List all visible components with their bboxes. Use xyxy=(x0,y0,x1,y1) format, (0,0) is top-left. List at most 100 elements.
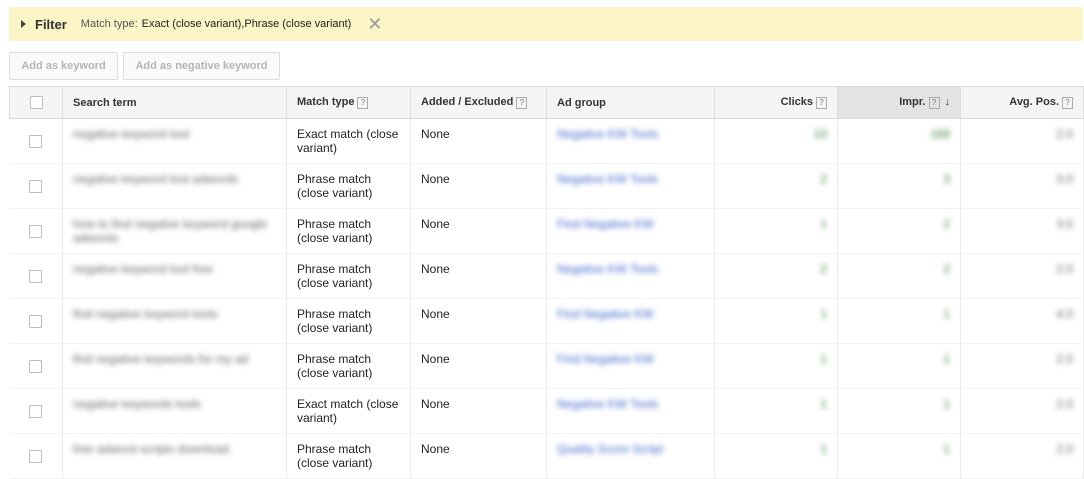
ad-group-link[interactable]: Find Negative KW xyxy=(557,307,654,321)
expand-triangle-icon[interactable] xyxy=(21,20,26,28)
avg-pos-value: 2.0 xyxy=(1056,262,1073,276)
table-row: negative keyword tool free Phrase match (… xyxy=(9,253,1084,299)
added-excluded-cell: None xyxy=(410,343,547,389)
ad-group-link[interactable]: Find Negative KW xyxy=(557,217,654,231)
avg-pos-cell: 2.0 xyxy=(960,253,1084,299)
match-type-cell: Phrase match (close variant) xyxy=(286,343,411,389)
table-row: negative keyword tool Exact match (close … xyxy=(9,118,1084,164)
avg-pos-cell: 2.0 xyxy=(960,433,1084,479)
row-checkbox[interactable] xyxy=(29,450,43,463)
clicks-value: 1 xyxy=(820,352,827,366)
table-row: negative keyword tool adwords Phrase matc… xyxy=(9,163,1084,209)
clicks-cell: 2 xyxy=(714,163,838,209)
impr-cell: 2 xyxy=(837,253,961,299)
match-type-value: Exact (close variant),Phrase (close vari… xyxy=(141,18,352,30)
table-row: find negative keyword tools Phrase match … xyxy=(9,298,1084,344)
impr-value: 3 xyxy=(943,172,950,186)
help-icon[interactable]: ? xyxy=(816,96,827,109)
clicks-value: 2 xyxy=(820,172,827,186)
header-clicks[interactable]: Clicks? xyxy=(714,86,838,119)
ad-group-cell: Negative KW Tools xyxy=(546,163,715,209)
search-term-cell: negative keyword tool free xyxy=(62,253,287,299)
ad-group-cell: Negative KW Tools xyxy=(546,253,715,299)
search-term-text: how to find negative keyword google adwo… xyxy=(73,217,268,245)
avg-pos-value: 3.0 xyxy=(1056,172,1073,186)
impr-value: 1 xyxy=(943,397,950,411)
clicks-cell: 1 xyxy=(714,433,838,479)
search-term-cell: negative keyword tool adwords xyxy=(62,163,287,209)
impr-value: 2 xyxy=(943,262,950,276)
added-excluded-cell: None xyxy=(410,163,547,209)
impr-cell: 1 xyxy=(837,298,961,344)
help-icon[interactable]: ? xyxy=(928,96,940,109)
row-checkbox[interactable] xyxy=(29,180,43,193)
row-checkbox-cell xyxy=(9,298,63,344)
add-as-keyword-button[interactable]: Add as keyword xyxy=(9,52,118,80)
header-avg-pos[interactable]: Avg. Pos.? xyxy=(960,86,1084,119)
row-checkbox[interactable] xyxy=(29,360,43,373)
table-row: negative keywords tools Exact match (clos… xyxy=(9,388,1084,434)
impr-value: 2 xyxy=(943,217,950,231)
avg-pos-value: 3.5 xyxy=(1056,217,1073,231)
added-excluded-cell: None xyxy=(410,298,547,344)
select-all-checkbox[interactable] xyxy=(29,96,43,109)
clicks-cell: 2 xyxy=(714,253,838,299)
ad-group-link[interactable]: Quality Score Script xyxy=(557,442,663,456)
add-as-negative-keyword-button[interactable]: Add as negative keyword xyxy=(123,52,280,80)
clicks-cell: 1 xyxy=(714,298,838,344)
impr-cell: 3 xyxy=(837,163,961,209)
search-terms-table: Search term Match type? Added / Excluded… xyxy=(9,86,1084,479)
search-term-text: find negative keyword tools xyxy=(73,307,218,321)
row-checkbox-cell xyxy=(9,208,63,254)
search-term-cell: find negative keywords for my ad xyxy=(62,343,287,389)
row-checkbox[interactable] xyxy=(29,225,43,238)
close-icon[interactable]: ✕ xyxy=(367,15,382,33)
row-checkbox[interactable] xyxy=(29,405,43,418)
header-impr[interactable]: Impr.? ↓ xyxy=(837,86,961,119)
clicks-value: 1 xyxy=(820,442,827,456)
search-term-text: negative keywords tools xyxy=(73,397,202,411)
match-type-cell: Phrase match (close variant) xyxy=(286,433,411,479)
match-type-cell: Phrase match (close variant) xyxy=(286,253,411,299)
help-icon[interactable]: ? xyxy=(516,96,528,109)
avg-pos-cell: 4.0 xyxy=(960,298,1084,344)
avg-pos-value: 2.0 xyxy=(1056,442,1073,456)
impr-cell: 1 xyxy=(837,433,961,479)
ad-group-link[interactable]: Negative KW Tools xyxy=(557,262,658,276)
avg-pos-value: 2.0 xyxy=(1056,397,1073,411)
ad-group-link[interactable]: Negative KW Tools xyxy=(557,397,658,411)
help-icon[interactable]: ? xyxy=(357,96,369,109)
impr-value: 1 xyxy=(943,442,950,456)
ad-group-cell: Negative KW Tools xyxy=(546,118,715,164)
ad-group-link[interactable]: Negative KW Tools xyxy=(557,172,658,186)
match-type-cell: Phrase match (close variant) xyxy=(286,163,411,209)
row-checkbox[interactable] xyxy=(29,315,43,328)
clicks-cell: 1 xyxy=(714,343,838,389)
clicks-cell: 1 xyxy=(714,388,838,434)
row-checkbox-cell xyxy=(9,343,63,389)
clicks-cell: 10 xyxy=(714,118,838,164)
impr-value: 1 xyxy=(943,352,950,366)
header-added-excluded[interactable]: Added / Excluded? xyxy=(410,86,547,119)
avg-pos-cell: 3.0 xyxy=(960,163,1084,209)
ad-group-link[interactable]: Negative KW Tools xyxy=(557,127,658,141)
row-checkbox[interactable] xyxy=(29,270,43,283)
ad-group-cell: Negative KW Tools xyxy=(546,388,715,434)
match-type-cell: Phrase match (close variant) xyxy=(286,298,411,344)
row-checkbox-cell xyxy=(9,118,63,164)
header-search-term[interactable]: Search term xyxy=(62,86,287,119)
search-term-cell: negative keywords tools xyxy=(62,388,287,434)
search-term-cell: find negative keyword tools xyxy=(62,298,287,344)
header-ad-group[interactable]: Ad group xyxy=(546,86,715,119)
added-excluded-cell: None xyxy=(410,253,547,299)
filter-label[interactable]: Filter xyxy=(35,17,67,32)
row-checkbox[interactable] xyxy=(29,135,43,148)
header-match-type[interactable]: Match type? xyxy=(286,86,411,119)
avg-pos-value: 4.0 xyxy=(1056,307,1073,321)
row-checkbox-cell xyxy=(9,433,63,479)
sort-down-arrow-icon[interactable]: ↓ xyxy=(945,96,951,108)
ad-group-link[interactable]: Find Negative KW xyxy=(557,352,654,366)
help-icon[interactable]: ? xyxy=(1062,96,1073,109)
table-row: find negative keywords for my ad Phrase m… xyxy=(9,343,1084,389)
avg-pos-value: 2.0 xyxy=(1056,352,1073,366)
